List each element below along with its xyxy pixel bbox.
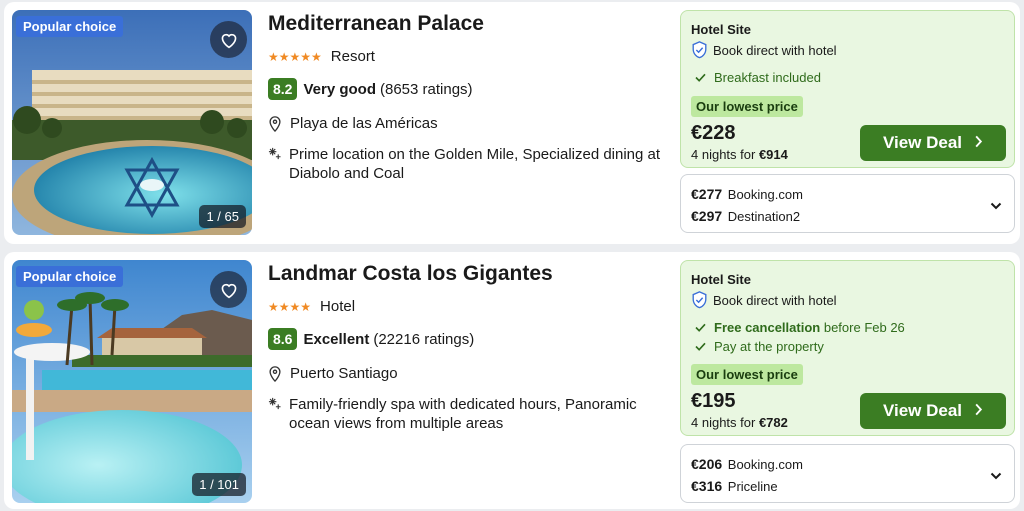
review-rating[interactable]: 8.2 Very good (8653 ratings) — [268, 78, 668, 100]
other-prices-box[interactable]: €206 Booking.com €316 Priceline — [680, 444, 1015, 503]
book-direct-row: Book direct with hotel — [691, 41, 837, 59]
other-site: Destination2 — [727, 209, 801, 224]
map-pin-icon — [269, 115, 281, 132]
check-icon — [695, 342, 706, 351]
location-text: Playa de las Américas — [290, 115, 438, 132]
feature-row: Family-friendly spa with dedicated hours… — [268, 395, 668, 433]
map-pin-icon — [269, 365, 281, 382]
sparkle-icon — [268, 397, 281, 410]
featured-deal-box[interactable]: Hotel Site Book direct with hotel Free c… — [680, 260, 1015, 436]
shield-check-icon — [692, 291, 707, 309]
check-icon — [695, 73, 706, 82]
view-deal-button[interactable]: View Deal — [860, 125, 1006, 161]
popular-choice-badge: Popular choice — [16, 16, 124, 37]
perk-row: Breakfast included — [695, 70, 821, 85]
hotel-info: Landmar Costa los Gigantes ★★★★ Hotel 8.… — [268, 262, 668, 433]
feature-text: Family-friendly spa with dedicated hours… — [289, 396, 637, 432]
rating-count: (22216 ratings) — [373, 330, 475, 348]
chevron-down-icon[interactable] — [990, 467, 1002, 485]
other-prices-box[interactable]: €277 Booking.com €297 Destination2 — [680, 174, 1015, 233]
other-site: Priceline — [727, 479, 778, 494]
other-site: Booking.com — [727, 187, 803, 202]
total-price: €782 — [758, 415, 788, 430]
rating-word: Very good — [303, 80, 376, 98]
hotel-name[interactable]: Mediterranean Palace — [268, 12, 668, 36]
other-price: €277 — [691, 186, 723, 202]
feature-row: Prime location on the Golden Mile, Speci… — [268, 145, 668, 183]
total-price-row: 4 nights for €914 — [691, 147, 788, 162]
rating-count: (8653 ratings) — [380, 80, 473, 98]
book-direct-text: Book direct with hotel — [713, 42, 837, 58]
review-rating[interactable]: 8.6 Excellent (22216 ratings) — [268, 328, 668, 350]
sparkle-icon — [268, 147, 281, 160]
view-deal-button[interactable]: View Deal — [860, 393, 1006, 429]
perk-row: Pay at the property — [695, 339, 824, 354]
review-score: 8.2 — [268, 78, 298, 100]
feature-text: Prime location on the Golden Mile, Speci… — [289, 146, 661, 182]
other-site: Booking.com — [727, 457, 803, 472]
book-direct-text: Book direct with hotel — [713, 292, 837, 308]
deal-price: €228 — [691, 122, 736, 144]
perk-strong-text: Free cancellation — [714, 320, 821, 335]
other-price-row: €316 Priceline — [691, 478, 778, 494]
hotel-card[interactable]: Popular choice 1 / 65 Mediterranean Pala… — [4, 2, 1020, 244]
perk-text: before Feb 26 — [823, 320, 905, 335]
nights-prefix: 4 nights for — [691, 415, 756, 430]
view-deal-label: View Deal — [882, 133, 963, 152]
star-rating: ★★★★ — [268, 299, 312, 314]
nights-prefix: 4 nights for — [691, 147, 756, 162]
deal-site-name: Hotel Site — [691, 22, 751, 37]
lowest-price-label: Our lowest price — [691, 364, 803, 385]
other-price-row: €297 Destination2 — [691, 208, 800, 224]
heart-icon — [221, 283, 236, 298]
lowest-price-label: Our lowest price — [691, 96, 803, 117]
star-rating: ★★★★★ — [268, 49, 322, 64]
hotel-photo[interactable]: Popular choice 1 / 101 — [12, 260, 252, 503]
heart-icon — [221, 33, 236, 48]
view-deal-label: View Deal — [882, 401, 963, 420]
other-price-row: €277 Booking.com — [691, 186, 803, 202]
popular-choice-badge: Popular choice — [16, 266, 124, 287]
book-direct-row: Book direct with hotel — [691, 291, 837, 309]
other-price: €206 — [691, 456, 723, 472]
location-text: Puerto Santiago — [290, 365, 398, 382]
chevron-right-icon — [974, 133, 983, 153]
hotel-name[interactable]: Landmar Costa los Gigantes — [268, 262, 668, 286]
accommodation-type: Resort — [330, 48, 375, 65]
other-price: €316 — [691, 478, 723, 494]
photo-counter: 1 / 65 — [199, 205, 246, 228]
save-heart-button[interactable] — [210, 271, 247, 308]
hotel-info: Mediterranean Palace ★★★★★ Resort 8.2 Ve… — [268, 12, 668, 183]
location-row[interactable]: Puerto Santiago — [268, 365, 668, 382]
other-price: €297 — [691, 208, 723, 224]
perk-row: Free cancellation before Feb 26 — [695, 320, 905, 335]
review-score: 8.6 — [268, 328, 298, 350]
perk-text: Pay at the property — [714, 339, 824, 354]
deal-site-name: Hotel Site — [691, 272, 751, 287]
rating-word: Excellent — [303, 330, 370, 348]
other-price-row: €206 Booking.com — [691, 456, 803, 472]
shield-check-icon — [692, 41, 707, 59]
perk-text: Breakfast included — [714, 70, 821, 85]
location-row[interactable]: Playa de las Américas — [268, 115, 668, 132]
total-price: €914 — [758, 147, 788, 162]
hotel-card[interactable]: Popular choice 1 / 101 Landmar Costa los… — [4, 252, 1020, 509]
chevron-down-icon[interactable] — [990, 197, 1002, 215]
check-icon — [695, 323, 706, 332]
photo-counter: 1 / 101 — [192, 473, 246, 496]
total-price-row: 4 nights for €782 — [691, 415, 788, 430]
featured-deal-box[interactable]: Hotel Site Book direct with hotel Breakf… — [680, 10, 1015, 168]
chevron-right-icon — [974, 401, 983, 421]
hotel-photo[interactable]: Popular choice 1 / 65 — [12, 10, 252, 235]
save-heart-button[interactable] — [210, 21, 247, 58]
accommodation-type: Hotel — [320, 298, 356, 315]
deal-price: €195 — [691, 390, 736, 412]
